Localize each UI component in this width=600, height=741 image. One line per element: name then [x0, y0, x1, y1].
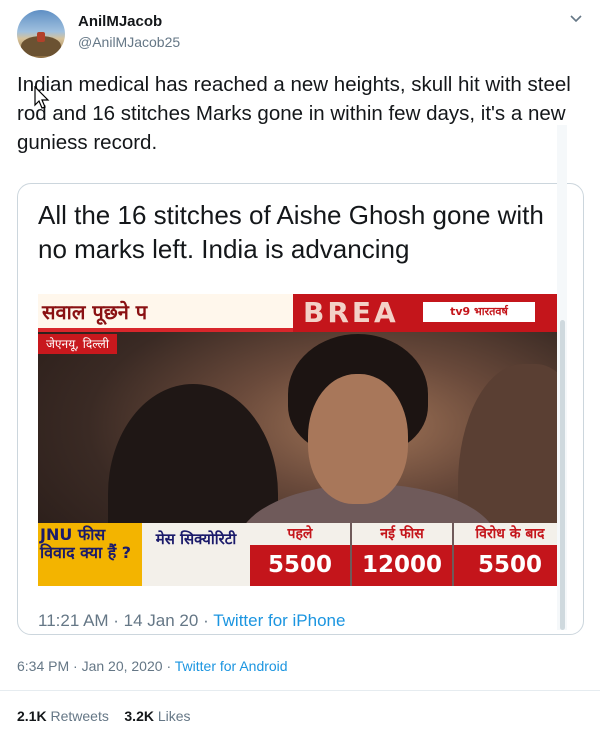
tweet-stats: 2.1K Retweets 3.2K Likes: [17, 708, 191, 724]
tweet-text: Indian medical has reached a new heights…: [17, 73, 571, 154]
jnu-label: JNU फीस विवाद क्या हैं ?: [38, 523, 142, 586]
column-value: 5500: [454, 545, 566, 586]
video-headline: सवाल पूछने प: [42, 300, 148, 324]
divider: [0, 690, 600, 691]
column-value: 12000: [352, 545, 452, 586]
quoted-video[interactable]: सवाल पूछने प जेएनयू, दिल्ली BREA tv9 भार…: [38, 294, 566, 586]
tweet-source-link[interactable]: Twitter for Android: [175, 658, 288, 674]
tweet-meta: 6:34 PM · Jan 20, 2020 · Twitter for And…: [17, 658, 288, 674]
tweet-timestamp[interactable]: 6:34 PM · Jan 20, 2020: [17, 658, 163, 674]
column-header: पहले: [250, 523, 350, 545]
chevron-down-icon[interactable]: [568, 12, 584, 26]
likes-label: Likes: [157, 708, 191, 724]
cursor-icon: [34, 86, 50, 109]
channel-logo: tv9 भारतवर्ष: [421, 300, 537, 324]
quoted-source-link[interactable]: Twitter for iPhone: [213, 611, 345, 630]
retweets-label: Retweets: [50, 708, 109, 724]
quoted-tweet-text: All the 16 stitches of Aishe Ghosh gone …: [38, 200, 544, 264]
video-person-face: [308, 374, 408, 504]
meta-separator: ·: [203, 611, 209, 630]
avatar[interactable]: [17, 10, 65, 58]
scrollbar-thumb[interactable]: [560, 320, 565, 630]
avatar-figure: [37, 32, 45, 42]
breaking-banner: BREA tv9 भारतवर्ष: [293, 294, 566, 332]
mess-label: मेस सिक्योरिटी: [142, 523, 250, 586]
video-location-tag: जेएनयू, दिल्ली: [38, 334, 117, 354]
retweets-stat[interactable]: 2.1K Retweets: [17, 708, 109, 724]
display-name[interactable]: AnilMJacob: [78, 13, 162, 30]
quoted-meta: 11:21 AM · 14 Jan 20 · Twitter for iPhon…: [38, 611, 345, 631]
breaking-text: BREA: [303, 296, 399, 329]
video-headline-bar: सवाल पूछने प: [38, 294, 293, 332]
meta-separator: ·: [166, 658, 172, 674]
user-handle[interactable]: @AnilMJacob25: [78, 34, 180, 50]
like-count: 3.2K: [124, 708, 154, 724]
column-header: विरोध के बाद: [454, 523, 566, 545]
retweet-count: 2.1K: [17, 708, 47, 724]
column-value: 5500: [250, 545, 350, 586]
column-header: नई फीस: [352, 523, 452, 545]
video-ticker: JNU फीस विवाद क्या हैं ? मेस सिक्योरिटी …: [38, 523, 566, 586]
quoted-tweet[interactable]: All the 16 stitches of Aishe Ghosh gone …: [17, 183, 584, 635]
likes-stat[interactable]: 3.2K Likes: [124, 708, 190, 724]
quoted-timestamp[interactable]: 11:21 AM · 14 Jan 20: [38, 611, 198, 630]
